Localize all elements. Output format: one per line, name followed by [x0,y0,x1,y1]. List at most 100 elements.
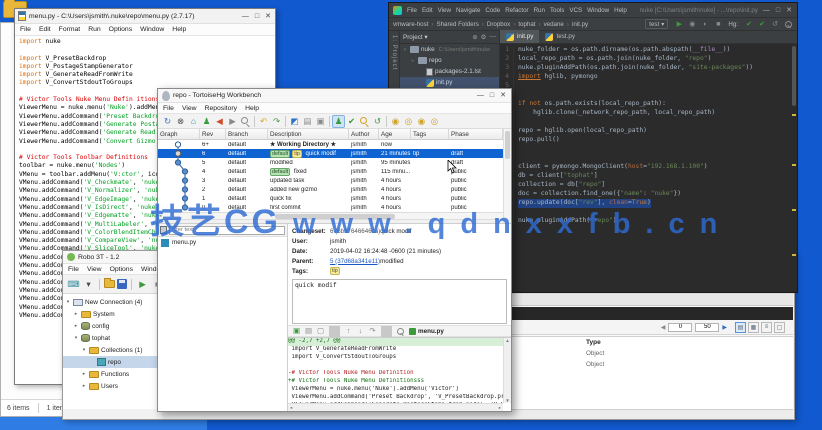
breadcrumb-item[interactable]: Dropbox [487,21,518,28]
tree-item[interactable]: ▸ System [63,308,160,320]
tree-item[interactable]: ▸ Functions [63,368,160,380]
menu-item[interactable]: Run [534,7,545,14]
commit-row[interactable]: 6+ default ★ Working Directory ★ jsmith … [158,140,511,149]
editor-scrollbar[interactable] [791,44,797,292]
scroll-left-arrow[interactable]: ◂ [290,405,292,411]
breadcrumb-item[interactable]: vmware-host [393,21,436,28]
menu-item[interactable]: Help [614,7,627,14]
tree-item[interactable]: ▸ config [63,320,160,332]
toolbar-icon[interactable]: ⌂ [187,115,200,128]
scrollbar-thumb[interactable] [275,214,395,219]
tree-item[interactable]: repo [63,356,160,368]
vcs-toolbar-icon[interactable] [783,19,793,29]
menu-item[interactable]: Help [245,105,259,112]
page-prev-button[interactable]: ◀ [661,324,666,331]
panel-icon[interactable]: ⚙ [481,33,487,41]
toolbar-icon[interactable]: ◩ [288,115,301,128]
toolbar-icon[interactable] [395,326,406,337]
diff-vertical-scrollbar[interactable]: ▲ ▼ [503,338,511,403]
expander-icon[interactable]: ▾ [65,299,71,305]
toolbar-icon[interactable]: ◉ [389,115,402,128]
toolbar-icon[interactable]: ▤ [303,326,314,337]
run-toolbar-icon[interactable]: ▶ [674,19,684,29]
expander-icon[interactable]: ▾ [73,335,79,341]
commit-row[interactable]: 1 default quick fix jsmith 4 hours publi… [158,194,511,203]
menu-item[interactable]: View [87,266,102,273]
maximize-button[interactable]: □ [255,13,259,20]
expander-icon[interactable]: ▸ [73,311,79,317]
toolbar-icon[interactable] [329,326,340,337]
tortoisehg-title-bar[interactable]: repo - TortoiseHg Workbench — □ ✕ [158,89,511,103]
menu-item[interactable]: View [438,7,451,14]
menu-item[interactable]: Refactor [505,7,528,14]
skip-input[interactable] [668,323,692,332]
toolbar-icon[interactable] [131,279,132,290]
run-config-dropdown[interactable]: test ▾ [645,19,668,29]
toolbar-icon[interactable]: ▣ [314,115,327,128]
expander-icon[interactable]: ▾ [402,47,408,53]
menu-item[interactable]: Edit [39,26,51,33]
menu-item[interactable]: Window [140,26,164,33]
minimize-button[interactable]: — [477,92,484,99]
scroll-right-arrow[interactable]: ▸ [499,405,501,411]
expander-icon[interactable]: ▸ [73,323,79,329]
diff-view[interactable]: @@ -2,7 +2,7 @@ import V_GenerateReadFro… [288,337,511,411]
toolbar-icon[interactable] [358,115,371,128]
table-horizontal-scrollbar[interactable]: ◂ ▸ [158,212,511,220]
project-tree-item[interactable]: packages-2.1.lst [400,66,499,77]
view-mode-button[interactable]: ▦ [748,322,759,333]
maximize-button[interactable]: □ [490,92,494,99]
limit-input[interactable] [695,323,719,332]
toolbar-icon[interactable] [285,116,286,127]
commit-message-box[interactable]: quick modif [292,279,507,324]
toolbar-icon[interactable]: ▢ [315,326,326,337]
menu-item[interactable]: File [20,26,31,33]
pycharm-title-bar[interactable]: FileEditViewNavigateCodeRefactorRunTools… [389,3,797,17]
menu-item[interactable]: Navigate [456,7,480,14]
commit-row[interactable]: 3 default updated task jsmith 4 hours pu… [158,176,511,185]
commit-row[interactable]: 4 default default fixed jsmith 115 minu.… [158,167,511,176]
commit-row[interactable]: 6 default defaulttip quick modif jsmith … [158,149,511,158]
run-toolbar-icon[interactable]: ■ [713,19,723,29]
menu-item[interactable]: File [163,105,174,112]
toolbar-icon[interactable]: ▤ [301,115,314,128]
editor-tab[interactable]: init.py [500,30,539,43]
project-tree-item[interactable]: init.py [400,77,499,88]
toolbar-icon[interactable]: ↷ [270,115,283,128]
menu-item[interactable]: Tools [550,7,564,14]
tree-item[interactable]: ▾ New Connection (4) [63,296,160,308]
toolbar-icon[interactable]: ◀ [213,115,226,128]
expander-icon[interactable]: ▸ [410,58,416,64]
commit-row[interactable]: 0 default first commit jsmith 4 hours pu… [158,203,511,212]
column-header[interactable]: Graph [158,129,200,139]
column-header[interactable]: Phase [449,129,503,139]
toolbar-icon[interactable] [381,326,392,337]
toolbar-icon[interactable]: ▶ [226,115,239,128]
project-tool-button[interactable]: 1: Project [391,35,397,70]
close-button[interactable]: ✕ [786,7,792,14]
toolbar-icon[interactable]: ◉ [415,115,428,128]
toolbar-icon[interactable]: ▶ [136,278,149,291]
column-header[interactable]: Rev [200,129,226,139]
column-header[interactable]: Branch [226,129,268,139]
editor-tab[interactable]: test.py [539,30,581,43]
vcs-toolbar-icon[interactable]: ↺ [770,19,780,29]
breadcrumb-item[interactable]: Shared Folders [436,21,486,28]
menu-item[interactable]: Options [109,26,132,33]
toolbar-icon[interactable]: ✔ [345,115,358,128]
type-column-header[interactable]: Type [586,339,604,346]
filter-input[interactable] [169,226,285,235]
toolbar-icon[interactable]: ▣ [291,326,302,337]
minimize-button[interactable]: — [242,13,249,20]
diff-horizontal-scrollbar[interactable]: ◂ ▸ [288,403,503,411]
toolbar-icon[interactable]: ↻ [161,115,174,128]
idle-title-bar[interactable]: menu.py - C:\Users\jsmith\.nuke\repo\men… [15,9,275,24]
tree-item[interactable]: ▸ Users [63,380,160,392]
tree-item[interactable]: ▾ tophat [63,332,160,344]
toolbar-icon[interactable]: ♟ [200,115,213,128]
expander-icon[interactable]: ▾ [81,347,87,353]
toolbar-icon[interactable] [386,116,387,127]
scrollbar-thumb[interactable] [505,131,510,159]
project-panel-title[interactable]: Project ▾ [403,34,469,41]
menu-item[interactable]: Code [485,7,500,14]
